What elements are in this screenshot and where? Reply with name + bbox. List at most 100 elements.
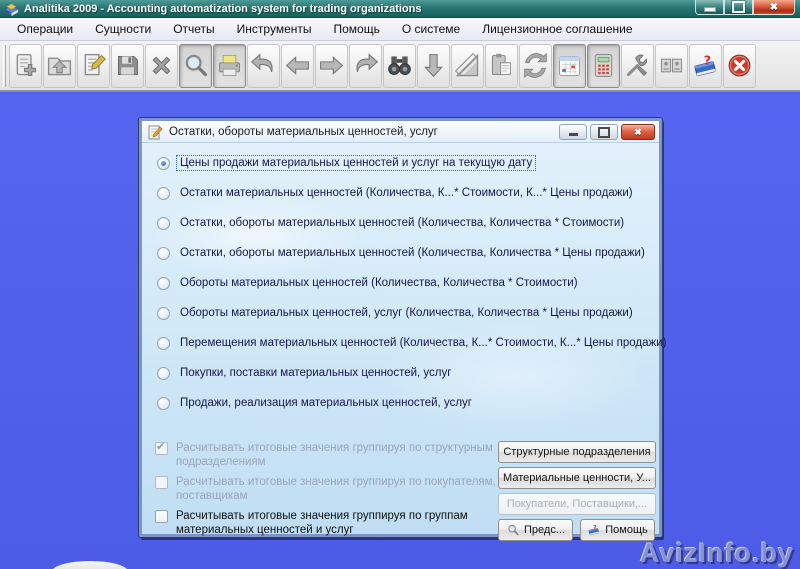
toolbar-button[interactable] xyxy=(587,44,620,88)
minimize-icon[interactable] xyxy=(559,124,587,140)
radio-button-icon xyxy=(157,337,170,350)
menu-item[interactable]: О системе xyxy=(391,19,471,39)
print-icon xyxy=(215,51,244,80)
toolbar-button[interactable] xyxy=(281,44,314,88)
menu-item[interactable]: Помощь xyxy=(323,19,391,39)
radio-button-icon xyxy=(157,397,170,410)
toolbar-button[interactable] xyxy=(485,44,518,88)
close-icon[interactable] xyxy=(621,124,655,140)
radio-option-label: Обороты материальных ценностей, услуг (К… xyxy=(177,306,636,320)
exit-icon xyxy=(725,51,754,80)
toolbar-button[interactable] xyxy=(247,44,280,88)
preview-button[interactable]: Предс... xyxy=(498,519,573,541)
toolbar-button[interactable] xyxy=(519,44,552,88)
checkbox-icon xyxy=(155,510,168,523)
radio-option-label: Цены продажи материальных ценностей и ус… xyxy=(177,156,535,170)
toolbar-grip xyxy=(3,45,6,87)
binoculars-icon xyxy=(385,51,414,80)
side-button[interactable]: Структурные подразделения xyxy=(498,441,656,463)
radio-option-label: Остатки, обороты материальных ценностей … xyxy=(177,216,627,230)
help-book-icon xyxy=(691,51,720,80)
toolbar-button[interactable] xyxy=(655,44,688,88)
help-button-label: Помощь xyxy=(605,524,648,536)
calculator-icon xyxy=(589,51,618,80)
download-icon xyxy=(419,51,448,80)
dialog-bottom-buttons: Предс... Помощь xyxy=(498,519,656,545)
menu-item[interactable]: Лицензионное соглашение xyxy=(471,19,643,39)
toolbar-button[interactable] xyxy=(111,44,144,88)
dialog-window-controls xyxy=(559,124,655,140)
save-icon xyxy=(113,51,142,80)
new-document-icon xyxy=(11,51,40,80)
menu-item[interactable]: Операции xyxy=(6,19,84,39)
back-arrow-icon xyxy=(283,51,312,80)
side-button[interactable]: Материальные ценности, У... xyxy=(498,467,656,489)
checkbox-option[interactable]: Расчитывать итоговые значения группируя … xyxy=(155,441,500,469)
radio-option[interactable]: Остатки, обороты материальных ценностей … xyxy=(142,238,659,268)
application-window: Analitika 2009 - Accounting automatizati… xyxy=(0,0,800,569)
menu-item[interactable]: Инструменты xyxy=(226,19,323,39)
toolbar-button[interactable] xyxy=(43,44,76,88)
report-type-radio-group: Цены продажи материальных ценностей и ус… xyxy=(142,143,659,418)
radio-button-icon xyxy=(157,367,170,380)
radio-option-label: Перемещения материальных ценностей (Коли… xyxy=(177,336,669,350)
minimize-icon[interactable] xyxy=(695,0,724,15)
checkbox-option[interactable]: Расчитывать итоговые значения группируя … xyxy=(155,475,500,503)
toolbar-button[interactable] xyxy=(213,44,246,88)
menu-bar: ОперацииСущностиОтчетыИнструментыПомощьО… xyxy=(0,18,800,41)
radio-button-icon xyxy=(157,277,170,290)
toolbar-button[interactable] xyxy=(9,44,42,88)
toolbar-button[interactable] xyxy=(621,44,654,88)
toolbar-button[interactable] xyxy=(417,44,450,88)
watermark: AvizInfo.by xyxy=(640,538,794,569)
help-button[interactable]: Помощь xyxy=(580,519,655,541)
toolbar-button[interactable] xyxy=(77,44,110,88)
checkbox-label: Расчитывать итоговые значения группируя … xyxy=(176,509,498,537)
app-logo-icon xyxy=(4,1,19,16)
checkbox-label: Расчитывать итоговые значения группируя … xyxy=(176,441,498,469)
radio-option[interactable]: Обороты материальных ценностей, услуг (К… xyxy=(142,298,659,328)
radio-option[interactable]: Обороты материальных ценностей (Количест… xyxy=(142,268,659,298)
dialog-body: Цены продажи материальных ценностей и ус… xyxy=(142,143,659,534)
window-controls xyxy=(695,0,795,15)
radio-button-icon xyxy=(157,217,170,230)
radio-option[interactable]: Перемещения материальных ценностей (Коли… xyxy=(142,328,659,358)
toolbar-button[interactable] xyxy=(723,44,756,88)
delete-icon xyxy=(147,51,176,80)
radio-option[interactable]: Остатки, обороты материальных ценностей … xyxy=(142,208,659,238)
side-button[interactable]: Покупатели, Поставщики,... xyxy=(498,493,656,515)
dialog-title: Остатки, обороты материальных ценностей,… xyxy=(169,126,438,138)
redo-icon xyxy=(351,51,380,80)
search-icon xyxy=(506,523,520,537)
open-folder-icon xyxy=(45,51,74,80)
toolbar-button[interactable] xyxy=(383,44,416,88)
paste-icon xyxy=(487,51,516,80)
maximize-icon[interactable] xyxy=(590,124,618,140)
menu-item[interactable]: Сущности xyxy=(84,19,162,39)
toolbar-button[interactable] xyxy=(689,44,722,88)
radio-option[interactable]: Цены продажи материальных ценностей и ус… xyxy=(142,148,659,178)
toolbar-button[interactable] xyxy=(179,44,212,88)
radio-option[interactable]: Покупки, поставки материальных ценностей… xyxy=(142,358,659,388)
menu-item[interactable]: Отчеты xyxy=(162,19,225,39)
tools-icon xyxy=(623,51,652,80)
undo-icon xyxy=(249,51,278,80)
toolbar-button[interactable] xyxy=(451,44,484,88)
radio-option[interactable]: Остатки материальных ценностей (Количест… xyxy=(142,178,659,208)
refresh-icon xyxy=(521,51,550,80)
toolbar-button[interactable] xyxy=(315,44,348,88)
radio-button-icon xyxy=(157,187,170,200)
toolbar-button[interactable] xyxy=(349,44,382,88)
close-icon[interactable] xyxy=(753,0,795,15)
toolbar-button[interactable] xyxy=(553,44,586,88)
forward-arrow-icon xyxy=(317,51,346,80)
dialog-titlebar: Остатки, обороты материальных ценностей,… xyxy=(142,121,659,143)
checkbox-option[interactable]: Расчитывать итоговые значения группируя … xyxy=(155,509,500,537)
radio-option[interactable]: Продажи, реализация материальных ценност… xyxy=(142,388,659,418)
radio-option-label: Остатки материальных ценностей (Количест… xyxy=(177,186,636,200)
radio-button-icon xyxy=(157,307,170,320)
dialog-window: Остатки, обороты материальных ценностей,… xyxy=(139,118,662,537)
toolbar-button[interactable] xyxy=(145,44,178,88)
corner-shape xyxy=(52,561,128,569)
maximize-icon[interactable] xyxy=(724,0,753,15)
